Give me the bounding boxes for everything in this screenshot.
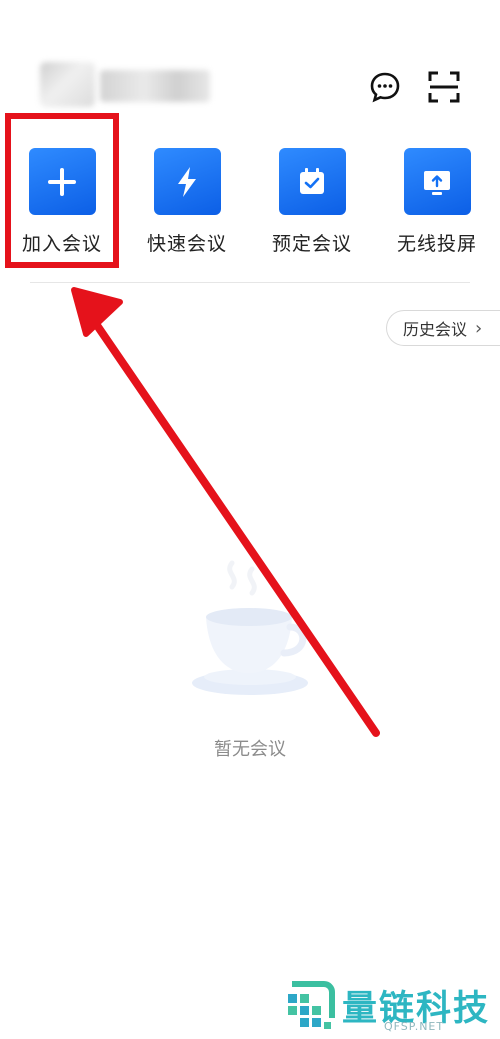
screen-cast-icon <box>424 170 450 195</box>
message-icon[interactable] <box>368 70 402 104</box>
history-label: 历史会议 <box>403 320 468 339</box>
calendar-check-icon <box>300 167 324 194</box>
action-label: 无线投屏 <box>396 233 477 255</box>
action-label: 预定会议 <box>271 233 352 255</box>
empty-state-text: 暂无会议 <box>214 739 286 760</box>
cast-tile <box>403 148 471 215</box>
annotation-highlight-box <box>5 113 119 268</box>
avatar[interactable] <box>40 62 95 107</box>
action-label: 快速会议 <box>146 233 227 255</box>
app-header <box>0 0 500 130</box>
quick-meeting-button[interactable]: 快速会议 <box>132 148 242 258</box>
watermark: 量链科技 QFSP.NET <box>280 978 500 1038</box>
divider <box>30 282 470 283</box>
history-meetings-button[interactable]: 历史会议 › <box>386 310 500 346</box>
schedule-meeting-button[interactable]: 预定会议 <box>257 148 367 258</box>
watermark-domain: QFSP.NET <box>384 1020 445 1033</box>
lightning-icon <box>178 166 196 197</box>
brand-logo-icon <box>288 981 335 1029</box>
calendar-tile <box>278 148 346 215</box>
coffee-cup-icon <box>192 560 308 695</box>
lightning-tile <box>153 148 221 215</box>
scan-icon[interactable] <box>427 70 461 104</box>
wireless-cast-button[interactable]: 无线投屏 <box>382 148 492 258</box>
user-name-blurred <box>100 70 210 102</box>
chevron-right-icon: › <box>475 317 483 339</box>
